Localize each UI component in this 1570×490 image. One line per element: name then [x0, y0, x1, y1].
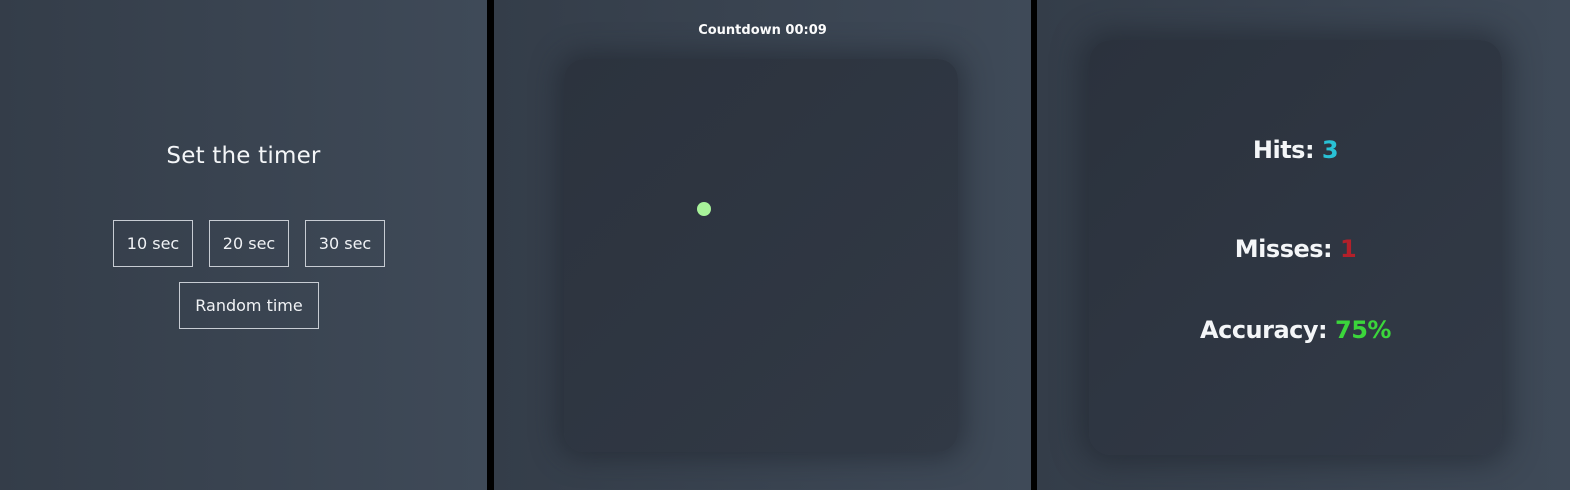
countdown-label: Countdown	[698, 23, 781, 38]
screens-container: Set the timer 10 sec 20 sec 30 sec Rando…	[0, 0, 1570, 490]
accuracy-label: Accuracy:	[1200, 316, 1328, 344]
result-screen: Hits: 3 Misses: 1 Accuracy: 75%	[1037, 0, 1570, 490]
time-20-sec-button[interactable]: 20 sec	[209, 220, 289, 267]
accuracy-value: 75%	[1335, 316, 1391, 344]
start-title: Set the timer	[166, 143, 321, 169]
misses-stat: Misses: 1	[1089, 235, 1502, 263]
time-30-sec-button[interactable]: 30 sec	[305, 220, 385, 267]
misses-value: 1	[1340, 235, 1357, 263]
hits-stat: Hits: 3	[1089, 136, 1502, 164]
result-card: Hits: 3 Misses: 1 Accuracy: 75%	[1089, 40, 1502, 455]
accuracy-stat: Accuracy: 75%	[1089, 316, 1502, 344]
game-board[interactable]	[564, 59, 958, 452]
hits-value: 3	[1321, 136, 1339, 164]
target-circle[interactable]	[697, 202, 711, 216]
time-10-sec-button[interactable]: 10 sec	[113, 220, 193, 267]
game-screen: Countdown 00:09	[494, 0, 1031, 490]
countdown-value: 00:09	[785, 23, 827, 38]
countdown: Countdown 00:09	[494, 23, 1031, 38]
start-screen: Set the timer 10 sec 20 sec 30 sec Rando…	[0, 0, 487, 490]
hits-label: Hits:	[1252, 136, 1315, 164]
random-time-button[interactable]: Random time	[179, 282, 319, 329]
misses-label: Misses:	[1234, 235, 1333, 263]
